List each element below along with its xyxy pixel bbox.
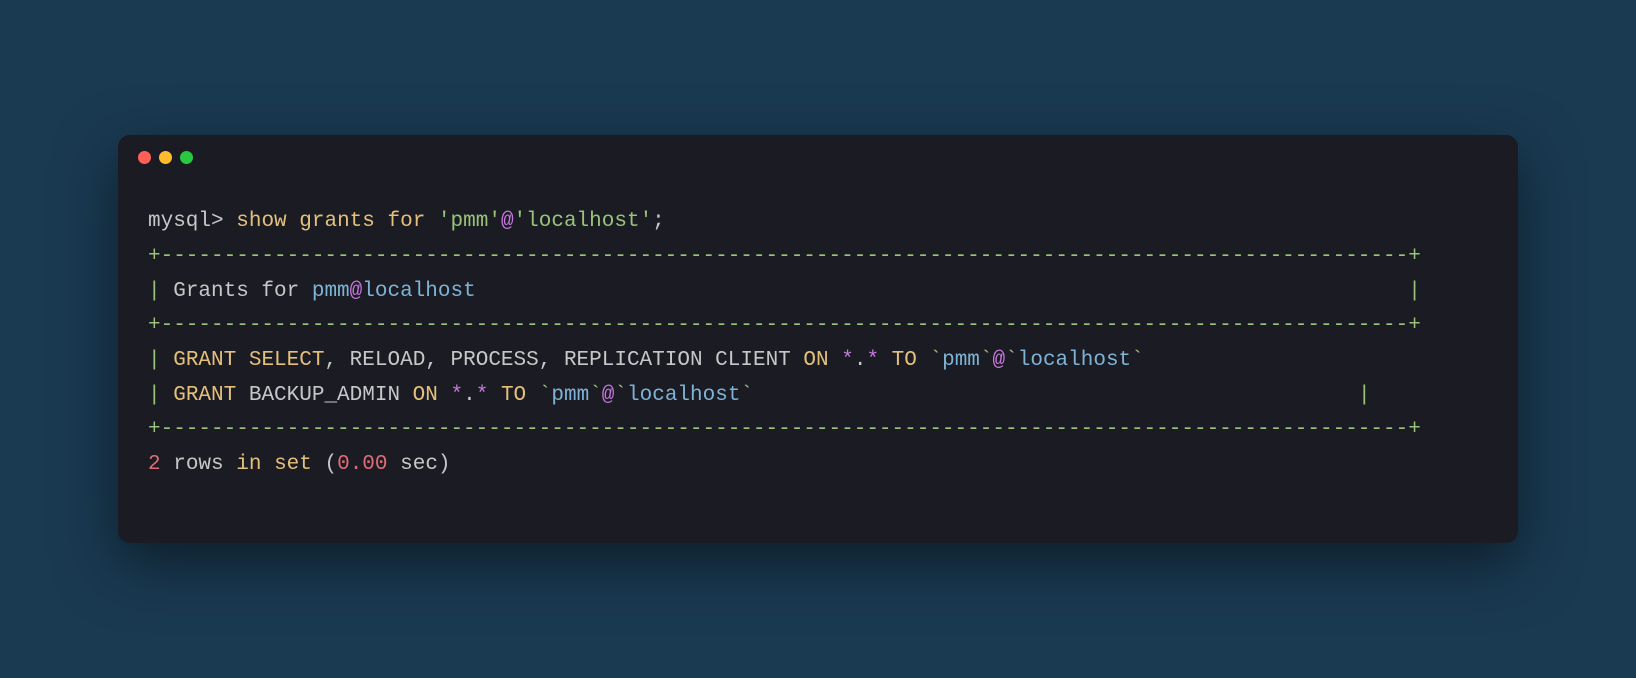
keyword-grants: grants xyxy=(299,210,375,233)
keyword-grant: GRANT xyxy=(173,384,236,407)
maximize-icon[interactable] xyxy=(180,151,193,164)
pipe: | xyxy=(1408,280,1421,303)
keyword-in: in xyxy=(236,453,261,476)
table-border-top: +---------------------------------------… xyxy=(148,245,1421,268)
string-host: 'localhost' xyxy=(514,210,653,233)
keyword-select: SELECT xyxy=(249,349,325,372)
keyword-set: set xyxy=(274,453,312,476)
keyword-to: TO xyxy=(501,384,526,407)
pipe: | xyxy=(148,349,173,372)
pipe: | xyxy=(148,280,173,303)
keyword-grant: GRANT xyxy=(173,349,236,372)
header-user: pmm xyxy=(312,280,350,303)
at-sign: @ xyxy=(501,210,514,233)
semicolon: ; xyxy=(652,210,665,233)
row-host: localhost xyxy=(1018,349,1131,372)
pipe: | xyxy=(1358,384,1371,407)
titlebar xyxy=(118,135,1518,179)
pipe: | xyxy=(148,384,173,407)
keyword-to: TO xyxy=(892,349,917,372)
keyword-on: ON xyxy=(803,349,828,372)
row-user: pmm xyxy=(551,384,589,407)
row-user: pmm xyxy=(942,349,980,372)
padding xyxy=(476,280,1409,303)
header-host: localhost xyxy=(362,280,475,303)
keyword-for: for xyxy=(388,210,426,233)
minimize-icon[interactable] xyxy=(159,151,172,164)
keyword-show: show xyxy=(236,210,286,233)
terminal-output: mysql> show grants for 'pmm'@'localhost'… xyxy=(118,179,1518,542)
header-text: Grants for xyxy=(173,280,312,303)
close-icon[interactable] xyxy=(138,151,151,164)
row-count: 2 xyxy=(148,453,161,476)
elapsed-time: 0.00 xyxy=(337,453,387,476)
table-border-mid: +---------------------------------------… xyxy=(148,314,1421,337)
header-at: @ xyxy=(350,280,363,303)
string-user: 'pmm' xyxy=(438,210,501,233)
terminal-window: mysql> show grants for 'pmm'@'localhost'… xyxy=(118,135,1518,542)
keyword-on: ON xyxy=(413,384,438,407)
table-border-bottom: +---------------------------------------… xyxy=(148,418,1421,441)
prompt: mysql> xyxy=(148,210,224,233)
row-host: localhost xyxy=(627,384,740,407)
